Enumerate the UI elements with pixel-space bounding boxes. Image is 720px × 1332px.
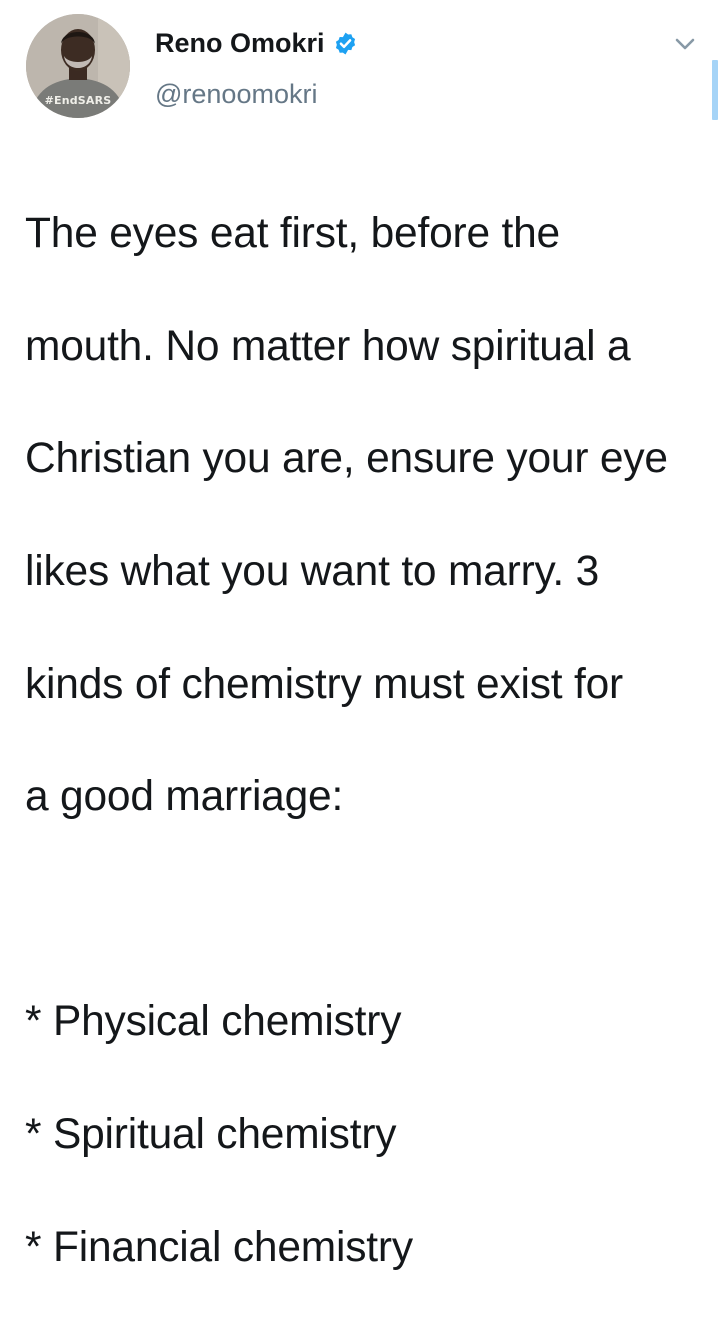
tweet-text: The eyes eat first, before the mouth. No… <box>25 150 710 1332</box>
verified-badge-icon <box>333 31 358 56</box>
tweet-card[interactable]: #EndSARS Reno Omokri @renoomokri The eye… <box>0 0 720 1271</box>
chevron-down-icon[interactable] <box>671 30 699 58</box>
tweet-text-line: a good marriage: <box>25 773 344 821</box>
tweet-text-line: The eyes eat first, before the <box>25 210 560 258</box>
scroll-indicator[interactable] <box>712 60 718 120</box>
avatar[interactable]: #EndSARS <box>26 14 130 118</box>
tweet-text-line: * Spiritual chemistry <box>25 1111 397 1159</box>
author-display-name[interactable]: Reno Omokri <box>155 27 325 59</box>
tweet-text-line: * Financial chemistry <box>25 1223 413 1271</box>
tweet-text-line: likes what you want to marry. 3 <box>25 548 600 596</box>
tweet-text-line <box>25 882 710 938</box>
tweet-text-line: * Physical chemistry <box>25 998 402 1046</box>
tweet-text-line: Christian you are, ensure your eye <box>25 435 668 483</box>
author-handle[interactable]: @renoomokri <box>155 78 317 110</box>
avatar-shirt-text: #EndSARS <box>44 94 112 107</box>
tweet-text-line: mouth. No matter how spiritual a <box>25 322 631 370</box>
author-name-row[interactable]: Reno Omokri <box>155 27 358 59</box>
